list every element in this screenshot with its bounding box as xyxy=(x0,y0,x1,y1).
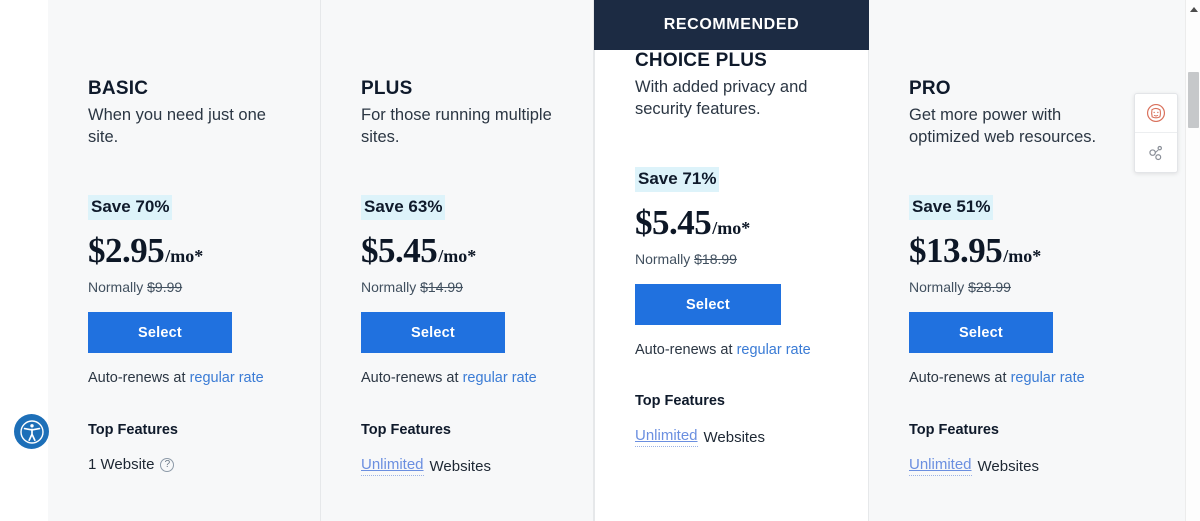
recommended-ribbon: RECOMMENDED xyxy=(594,0,869,50)
pricing-page: BASIC When you need just one site. Save … xyxy=(0,0,1200,521)
feature-item: Unlimited Websites xyxy=(909,456,1142,477)
autorenew-note: Auto-renews at regular rate xyxy=(361,370,593,386)
pricing-plans-strip: BASIC When you need just one site. Save … xyxy=(48,0,1185,521)
select-button[interactable]: Select xyxy=(361,312,505,354)
scroll-up-arrow-icon[interactable] xyxy=(1186,2,1200,16)
save-badge: Save 71% xyxy=(635,167,720,193)
plan-card-basic[interactable]: BASIC When you need just one site. Save … xyxy=(48,0,321,521)
feature-text: Websites xyxy=(977,457,1039,475)
normally-original-price: $14.99 xyxy=(420,279,463,296)
price-row: $5.45 /mo* xyxy=(361,233,593,268)
autorenew-prefix: Auto-renews at xyxy=(88,370,190,387)
feature-item: Unlimited Websites xyxy=(635,427,868,448)
normally-original-price: $9.99 xyxy=(147,279,183,296)
feature-item: 1 Website ? xyxy=(88,456,320,473)
normally-prefix: Normally xyxy=(88,279,148,296)
feature-text: 1 Website xyxy=(88,456,155,474)
normally-prefix: Normally xyxy=(635,251,695,268)
top-features-heading: Top Features xyxy=(361,422,451,439)
price-row: $13.95 /mo* xyxy=(909,233,1142,268)
accessibility-person-icon xyxy=(19,419,44,444)
price-amount: $5.45 xyxy=(635,203,712,243)
price-period: /mo* xyxy=(165,246,204,267)
regular-rate-link[interactable]: regular rate xyxy=(737,342,811,358)
price-period: /mo* xyxy=(1003,246,1042,267)
unlimited-tooltip-link[interactable]: Unlimited xyxy=(361,456,424,477)
save-row: Save 51% xyxy=(909,195,1142,221)
plan-name: PLUS xyxy=(361,78,413,99)
autorenew-note: Auto-renews at regular rate xyxy=(909,370,1142,386)
plan-tagline: Get more power with optimized web resour… xyxy=(909,105,1097,147)
price-period: /mo* xyxy=(438,246,477,267)
floating-side-widget xyxy=(1134,93,1178,173)
save-row: Save 71% xyxy=(635,167,868,193)
plan-tagline: For those running multiple sites. xyxy=(361,105,552,147)
autorenew-prefix: Auto-renews at xyxy=(909,370,1011,387)
scrollbar-thumb[interactable] xyxy=(1188,72,1199,128)
side-widget-item-avatar[interactable] xyxy=(1135,94,1177,133)
price-period: /mo* xyxy=(712,218,751,239)
plan-name: CHOICE PLUS xyxy=(635,50,768,71)
save-badge: Save 70% xyxy=(88,195,173,221)
select-button[interactable]: Select xyxy=(909,312,1053,354)
plan-name: BASIC xyxy=(88,78,149,99)
accessibility-button[interactable] xyxy=(14,414,49,449)
face-avatar-icon xyxy=(1146,103,1166,123)
save-row: Save 70% xyxy=(88,195,320,221)
price-row: $2.95 /mo* xyxy=(88,233,320,268)
feature-item: Unlimited Websites xyxy=(361,456,593,477)
normally-prefix: Normally xyxy=(361,279,421,296)
save-badge: Save 63% xyxy=(361,195,446,221)
price-amount: $5.45 xyxy=(361,231,438,271)
regular-rate-link[interactable]: regular rate xyxy=(463,370,537,386)
plan-card-plus[interactable]: PLUS For those running multiple sites. S… xyxy=(321,0,594,521)
plan-card-choice-plus[interactable]: RECOMMENDED CHOICE PLUS With added priva… xyxy=(594,0,869,521)
scroll-up-triangle xyxy=(1189,6,1198,12)
plan-tagline: When you need just one site. xyxy=(88,105,266,147)
autorenew-note: Auto-renews at regular rate xyxy=(88,370,320,386)
normally-price: Normally $28.99 xyxy=(909,279,1142,295)
price-amount: $13.95 xyxy=(909,231,1003,271)
price-row: $5.45 /mo* xyxy=(635,205,868,240)
normally-price: Normally $9.99 xyxy=(88,279,320,295)
normally-price: Normally $14.99 xyxy=(361,279,593,295)
share-nodes-icon xyxy=(1149,145,1163,160)
regular-rate-link[interactable]: regular rate xyxy=(190,370,264,386)
plan-tagline: With added privacy and security features… xyxy=(635,77,808,119)
regular-rate-link[interactable]: regular rate xyxy=(1011,370,1085,386)
autorenew-prefix: Auto-renews at xyxy=(361,370,463,387)
top-features-heading: Top Features xyxy=(88,422,178,439)
top-features-heading: Top Features xyxy=(909,422,999,439)
normally-original-price: $18.99 xyxy=(694,251,737,268)
vertical-scrollbar[interactable] xyxy=(1185,0,1200,521)
select-button[interactable]: Select xyxy=(88,312,232,354)
save-badge: Save 51% xyxy=(909,195,994,221)
question-mark-icon[interactable]: ? xyxy=(160,457,175,472)
plan-name: PRO xyxy=(909,78,951,99)
normally-price: Normally $18.99 xyxy=(635,251,868,267)
save-row: Save 63% xyxy=(361,195,593,221)
select-button[interactable]: Select xyxy=(635,284,781,326)
unlimited-tooltip-link[interactable]: Unlimited xyxy=(635,427,698,448)
price-amount: $2.95 xyxy=(88,231,165,271)
top-features-heading: Top Features xyxy=(635,393,725,410)
normally-prefix: Normally xyxy=(909,279,969,296)
unlimited-tooltip-link[interactable]: Unlimited xyxy=(909,456,972,477)
feature-text: Websites xyxy=(703,428,765,446)
plan-card-pro[interactable]: PRO Get more power with optimized web re… xyxy=(869,0,1142,521)
side-widget-item-share[interactable] xyxy=(1135,133,1177,172)
normally-original-price: $28.99 xyxy=(968,279,1011,296)
autorenew-prefix: Auto-renews at xyxy=(635,342,737,359)
autorenew-note: Auto-renews at regular rate xyxy=(635,342,868,358)
feature-text: Websites xyxy=(429,457,491,475)
